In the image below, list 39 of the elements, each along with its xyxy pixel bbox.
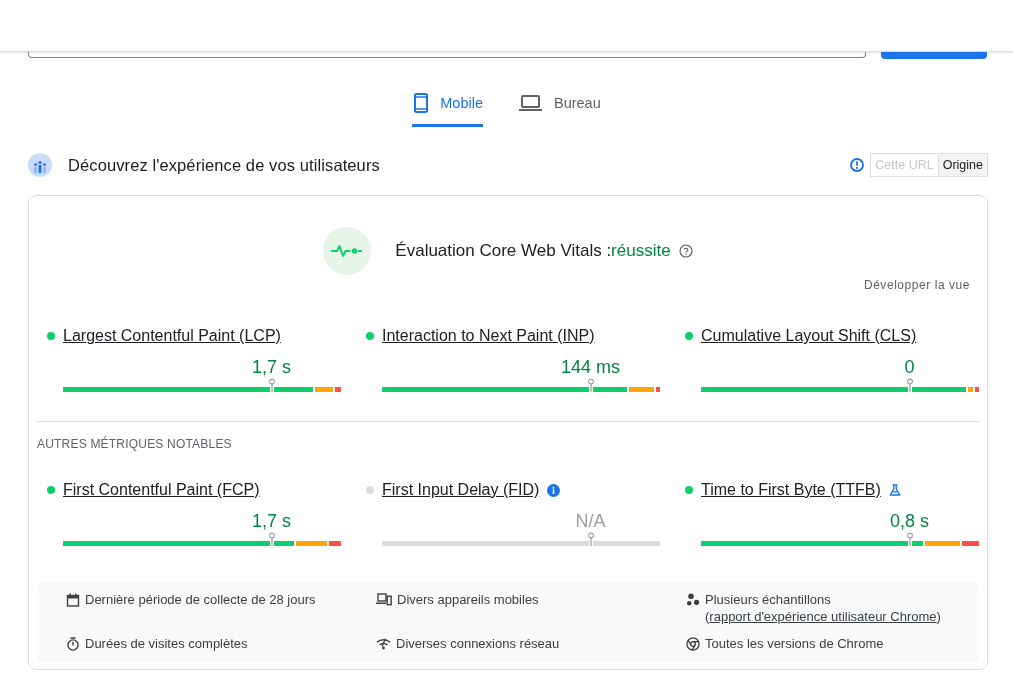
wifi-icon xyxy=(376,637,391,650)
metric-link[interactable]: First Contentful Paint (FCP) xyxy=(63,480,260,500)
section-title: Découvrez l'expérience de vos utilisateurs xyxy=(68,155,381,175)
report-link[interactable]: rapport d'expérience utilisateur Chrome xyxy=(709,609,937,624)
timer-icon xyxy=(66,636,80,651)
metric-link[interactable]: Time to First Byte (TTFB) xyxy=(701,480,881,500)
assessment-title: Évaluation Core Web Vitals :réussite xyxy=(395,241,671,261)
help-icon xyxy=(678,244,693,258)
metric-link[interactable]: First Input Delay (FID) xyxy=(382,480,540,500)
url-field[interactable] xyxy=(28,52,866,58)
metric-link[interactable]: Interaction to Next Paint (INP) xyxy=(382,326,595,346)
metric-value: N/A xyxy=(575,510,606,532)
metric-value: 0,8 s xyxy=(890,510,929,532)
pulse-icon xyxy=(323,227,372,275)
metric-link[interactable]: Cumulative Layout Shift (CLS) xyxy=(701,326,917,346)
metric-value: 1,7 s xyxy=(252,510,291,532)
info-note: Divers appareils mobiles xyxy=(397,591,539,608)
section-heading: AUTRES MÉTRIQUES NOTABLES xyxy=(37,437,233,452)
info-note: Dernière période de collecte de 28 jours xyxy=(85,591,316,608)
phone-icon xyxy=(414,92,429,113)
users-icon xyxy=(28,153,52,177)
info-note: Plusieurs échantillons (rapport d'expérience utilisateur Chrome) xyxy=(705,591,942,625)
device-tab[interactable]: Bureau xyxy=(516,81,601,127)
circles-icon xyxy=(686,592,700,607)
info-note: Toutes les versions de Chrome xyxy=(705,635,884,652)
metric-value: 0 xyxy=(904,356,915,378)
metric-value: 1,7 s xyxy=(252,356,291,378)
laptop-icon xyxy=(518,94,542,111)
expand-view-link[interactable]: Développer la vue xyxy=(863,277,970,293)
info-note: Durées de visites complètes xyxy=(85,635,248,652)
chrome-icon xyxy=(686,636,700,651)
devices-icon xyxy=(376,593,392,606)
metric-link[interactable]: Largest Contentful Paint (LCP) xyxy=(63,326,281,346)
scope-toggle[interactable]: Origine xyxy=(937,153,988,177)
device-tab[interactable]: Mobile xyxy=(412,81,483,127)
metric-value: 144 ms xyxy=(561,356,620,378)
calendar-icon xyxy=(66,592,80,607)
info-note: Diverses connexions réseau xyxy=(396,635,560,652)
exclamation-icon xyxy=(850,158,865,172)
